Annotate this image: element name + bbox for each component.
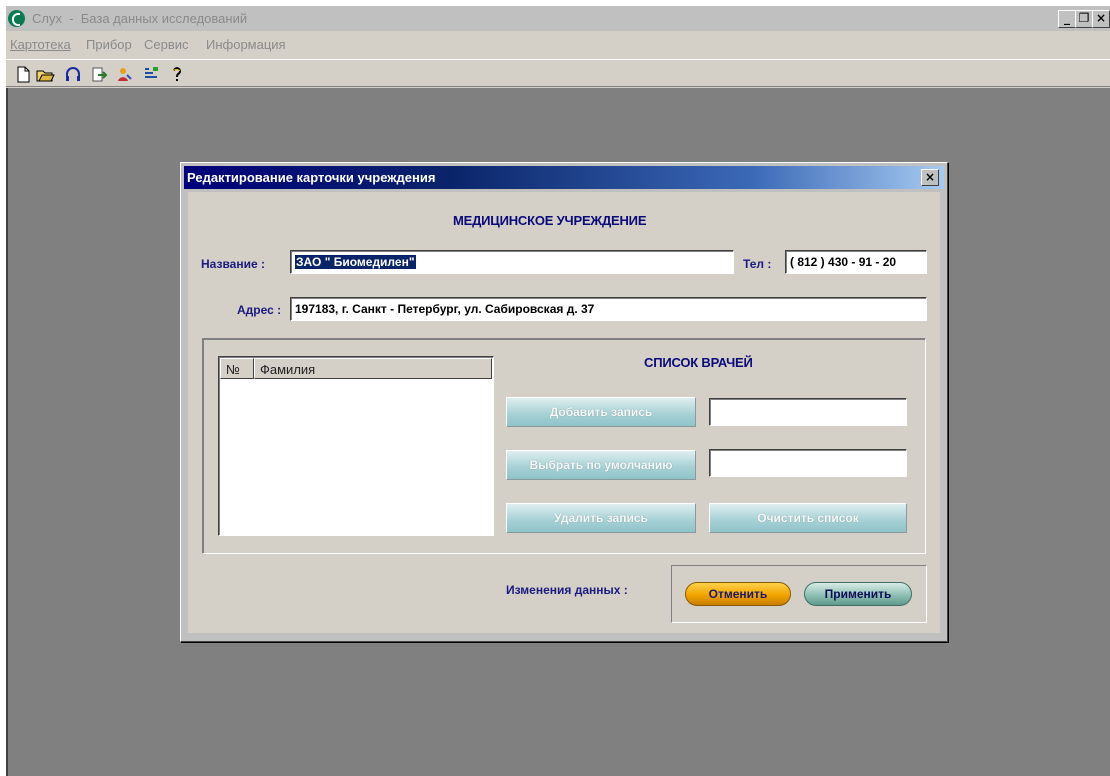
close-button[interactable]: × [1092, 10, 1110, 28]
menu-informatsiya[interactable]: Информация [206, 37, 286, 52]
address-field[interactable]: 197183, г. Санкт - Петербург, ул. Сабиро… [290, 297, 927, 321]
dialog-body: МЕДИЦИНСКОЕ УЧРЕЖДЕНИЕ Название : ЗАО " … [188, 192, 940, 633]
institution-card-dialog: Редактирование карточки учреждения × МЕД… [180, 162, 948, 642]
column-number[interactable]: № [220, 358, 254, 379]
name-label: Название : [201, 257, 265, 271]
dialog-title-bar[interactable]: Редактирование карточки учреждения × [184, 166, 944, 189]
doctors-list-header: № Фамилия [220, 358, 492, 379]
app-icon[interactable] [8, 10, 25, 27]
phone-field[interactable]: ( 812 ) 430 - 91 - 20 [785, 250, 927, 274]
app-title: Слух - База данных исследований [32, 11, 248, 26]
phone-label: Тел : [743, 257, 772, 271]
patient-icon[interactable] [114, 63, 136, 85]
doctors-list[interactable]: № Фамилия [218, 356, 494, 536]
new-file-icon[interactable] [12, 63, 34, 85]
menu-label: Прибор [86, 37, 132, 52]
name-value: ЗАО " Биомедилен" [295, 255, 416, 269]
toolbar-group [12, 63, 222, 85]
column-surname[interactable]: Фамилия [254, 358, 492, 379]
clear-list-button[interactable]: Очистить список [709, 503, 907, 533]
add-record-button[interactable]: Добавить запись [506, 397, 696, 427]
menu-kartoteka[interactable]: Картотека [10, 37, 71, 52]
select-default-button[interactable]: Выбрать по умолчанию [506, 450, 696, 480]
minimize-button[interactable]: _ [1058, 10, 1076, 28]
menu-servis[interactable]: Сервис [144, 37, 189, 52]
doctors-list-title: СПИСОК ВРАЧЕЙ [644, 355, 753, 370]
menu-label: Сервис [144, 37, 189, 52]
headphones-icon[interactable] [62, 63, 84, 85]
menu-bar: Картотека Прибор Сервис Информация [6, 31, 1110, 59]
toolbar [6, 59, 1110, 87]
dialog-close-button[interactable]: × [921, 169, 939, 186]
apply-button[interactable]: Применить [804, 582, 912, 606]
delete-record-button[interactable]: Удалить запись [506, 503, 696, 533]
address-label: Адрес : [237, 303, 282, 317]
list-icon[interactable] [140, 63, 162, 85]
help-icon[interactable] [166, 63, 188, 85]
menu-label: Картотека [10, 37, 71, 52]
menu-pribor[interactable]: Прибор [86, 37, 132, 52]
maximize-button[interactable]: ❐ [1075, 10, 1093, 28]
dialog-title: Редактирование карточки учреждения [187, 170, 436, 185]
section-title: МЕДИЦИНСКОЕ УЧРЕЖДЕНИЕ [453, 213, 647, 228]
default-doctor-input[interactable] [709, 449, 907, 477]
changes-label: Изменения данных : [506, 583, 628, 597]
menu-label: Информация [206, 37, 286, 52]
name-field[interactable]: ЗАО " Биомедилен" [290, 250, 734, 274]
cancel-button[interactable]: Отменить [685, 582, 791, 606]
app-title-bar[interactable]: Слух - База данных исследований _ ❐ × [6, 6, 1110, 31]
export-icon[interactable] [88, 63, 110, 85]
add-record-input[interactable] [709, 398, 907, 426]
open-folder-icon[interactable] [34, 63, 56, 85]
